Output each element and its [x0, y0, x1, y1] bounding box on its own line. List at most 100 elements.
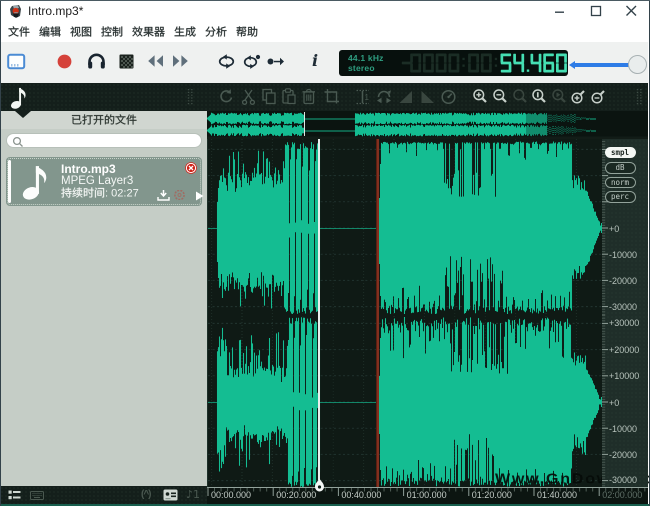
waveform-plot [208, 139, 603, 487]
window-title: Intro.mp3* [28, 4, 83, 18]
close-button[interactable] [623, 4, 639, 18]
insert-silence-icon[interactable]: 1 [354, 87, 372, 107]
file-download-icon[interactable] [157, 190, 170, 201]
file-list-status-icon[interactable] [8, 490, 21, 501]
menu-item-7[interactable] [205, 23, 227, 41]
keyboard-status-icon[interactable] [30, 491, 44, 500]
monitor-headphones-button[interactable] [87, 52, 106, 70]
play-from-cursor-button[interactable] [266, 56, 285, 67]
sidebar-header [1, 111, 207, 129]
fast-forward-button[interactable] [171, 53, 190, 69]
app-window: Intro.mp3* [0, 0, 650, 506]
join-icon[interactable] [375, 87, 393, 107]
waveform-view[interactable] [207, 139, 602, 487]
rewind-button[interactable] [146, 53, 165, 69]
playback-cursor[interactable] [318, 139, 320, 480]
lcd-time-digits [397, 53, 567, 73]
timeline-label: 02:00.000 [602, 490, 642, 500]
lcd-display: 44.1 kHz stereo [339, 50, 568, 76]
scale-label: +30000 [609, 318, 639, 328]
loop-button[interactable] [217, 54, 236, 69]
menu-item-1[interactable] [8, 23, 30, 41]
undo-icon[interactable] [217, 87, 235, 107]
timeline-label: 00:40.000 [341, 490, 381, 500]
playhead-pin[interactable] [313, 478, 326, 493]
copy-icon[interactable] [260, 87, 278, 107]
file-list-toggle-button[interactable] [8, 86, 31, 109]
sidebar-file-panel: Intro.mp3 MPEG Layer3 : 02:27 [1, 111, 207, 486]
lcd-channels: stereo [348, 63, 375, 73]
scale-label: +20000 [609, 345, 639, 355]
sidebar-notch [15, 111, 31, 118]
file-format: MPEG Layer3 [61, 175, 133, 187]
vertical-zoom-in-icon[interactable] [570, 87, 588, 107]
menu-item-5[interactable] [132, 23, 165, 41]
scale-label: -30000 [609, 475, 637, 485]
timeline-label: 00:20.000 [276, 490, 316, 500]
transport-toolbar: i 44.1 kHz stereo [0, 42, 648, 83]
menu-item-3[interactable] [70, 23, 92, 41]
fade-in-icon[interactable] [397, 87, 415, 107]
file-close-button[interactable] [185, 162, 197, 174]
track-number-status-icon[interactable]: ♪1 [186, 488, 200, 501]
file-play-icon[interactable] [195, 191, 204, 201]
minimize-button[interactable] [552, 4, 568, 18]
file-name: Intro.mp3 [61, 162, 116, 176]
menu-bar [0, 21, 648, 42]
selection-tool-icon[interactable] [7, 53, 26, 71]
maximize-button[interactable] [588, 4, 604, 18]
metadata-card-status-icon[interactable] [163, 489, 178, 501]
vertical-zoom-out-icon[interactable] [590, 87, 608, 107]
trim-icon[interactable] [323, 87, 341, 107]
menu-item-6[interactable] [174, 23, 196, 41]
scale-mode-perc[interactable]: perc [605, 191, 636, 203]
selection-marker[interactable] [376, 139, 379, 487]
record-button[interactable] [57, 54, 72, 69]
scale-label: -10000 [609, 250, 637, 260]
zoom-out-icon[interactable] [491, 87, 509, 107]
menu-item-8[interactable] [236, 23, 258, 41]
scale-mode-norm[interactable]: norm [605, 177, 636, 189]
gauge-icon[interactable] [440, 87, 458, 107]
delete-icon[interactable] [300, 87, 318, 107]
toolbar-extension-handle[interactable] [635, 88, 643, 106]
search-input[interactable] [6, 133, 202, 148]
edit-toolbar: 1 [0, 83, 648, 111]
file-note-icon [21, 163, 52, 200]
zoom-in-icon[interactable] [471, 87, 489, 107]
file-list-item[interactable]: Intro.mp3 MPEG Layer3 : 02:27 [6, 157, 202, 206]
zoom-playhead-icon[interactable] [550, 87, 568, 107]
zoom-selection-icon[interactable] [511, 87, 529, 107]
waveform-overview[interactable] [207, 111, 648, 139]
scale-mode-smpl[interactable]: smpl [605, 147, 636, 159]
info-button[interactable]: i [312, 51, 324, 69]
menu-item-2[interactable] [39, 23, 61, 41]
svg-text:1: 1 [365, 93, 370, 102]
menu-item-4[interactable] [101, 23, 123, 41]
fade-out-icon[interactable] [419, 87, 437, 107]
volume-slider-handle[interactable] [628, 55, 647, 74]
stop-button[interactable] [119, 54, 134, 69]
loop-selection-button[interactable] [242, 54, 261, 69]
cut-icon[interactable] [240, 87, 258, 107]
scale-label: -20000 [609, 276, 637, 286]
amplitude-scale: +0-10000-20000-30000+30000+20000+10000+0… [602, 139, 648, 487]
paste-icon[interactable] [280, 87, 298, 107]
file-selected-bar [8, 160, 11, 203]
toolbar-handle[interactable] [186, 88, 194, 106]
scale-mode-dB[interactable]: dB [605, 162, 636, 174]
title-bar[interactable]: Intro.mp3* [0, 0, 648, 21]
file-duration: : 02:27 [61, 187, 139, 199]
shortcut-status-icon[interactable]: (^) [141, 489, 157, 501]
scale-label: -30000 [609, 302, 637, 312]
timeline-label: 00:00.000 [211, 490, 251, 500]
app-icon [9, 4, 23, 19]
search-icon [12, 136, 24, 148]
scale-label: +10000 [609, 371, 639, 381]
timeline-label: 01:40.000 [537, 490, 577, 500]
scale-label: +0 [609, 224, 619, 234]
burn-cd-icon[interactable] [173, 190, 186, 200]
sidebar-header-label [1, 114, 207, 126]
timeline-ruler[interactable]: 00:00.00000:20.00000:40.00001:00.00001:2… [207, 488, 648, 504]
zoom-one-icon[interactable] [530, 87, 548, 107]
